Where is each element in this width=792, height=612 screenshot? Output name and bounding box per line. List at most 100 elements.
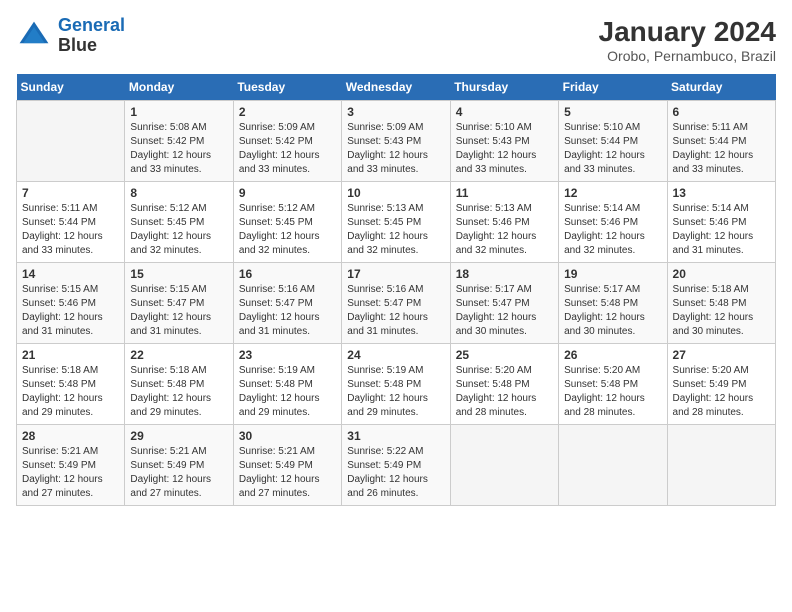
- month-title: January 2024: [599, 16, 776, 48]
- calendar-cell: 10 Sunrise: 5:13 AMSunset: 5:45 PMDayligh…: [342, 182, 450, 263]
- calendar-cell: 28 Sunrise: 5:21 AMSunset: 5:49 PMDayligh…: [17, 425, 125, 506]
- calendar-cell: 21 Sunrise: 5:18 AMSunset: 5:48 PMDayligh…: [17, 344, 125, 425]
- calendar-cell: [667, 425, 775, 506]
- day-number: 15: [130, 267, 227, 281]
- day-info: Sunrise: 5:18 AMSunset: 5:48 PMDaylight:…: [130, 364, 227, 420]
- day-info: Sunrise: 5:20 AMSunset: 5:48 PMDaylight:…: [456, 364, 553, 420]
- day-number: 31: [347, 429, 444, 443]
- calendar-week-4: 21 Sunrise: 5:18 AMSunset: 5:48 PMDayligh…: [17, 344, 776, 425]
- day-info: Sunrise: 5:11 AMSunset: 5:44 PMDaylight:…: [673, 121, 770, 177]
- weekday-header-wednesday: Wednesday: [342, 74, 450, 101]
- day-number: 12: [564, 186, 661, 200]
- calendar-cell: 15Sunrise: 5:15 AMSunset: 5:47 PMDayligh…: [125, 263, 233, 344]
- day-info: Sunrise: 5:11 AMSunset: 5:44 PMDaylight:…: [22, 202, 119, 258]
- day-number: 28: [22, 429, 119, 443]
- calendar-cell: 1 Sunrise: 5:08 AMSunset: 5:42 PMDaylight…: [125, 101, 233, 182]
- day-info: Sunrise: 5:22 AMSunset: 5:49 PMDaylight:…: [347, 445, 444, 501]
- day-info: Sunrise: 5:08 AMSunset: 5:42 PMDaylight:…: [130, 121, 227, 177]
- day-number: 19: [564, 267, 661, 281]
- weekday-header-row: SundayMondayTuesdayWednesdayThursdayFrid…: [17, 74, 776, 101]
- day-info: Sunrise: 5:14 AMSunset: 5:46 PMDaylight:…: [673, 202, 770, 258]
- day-number: 20: [673, 267, 770, 281]
- calendar-cell: 5 Sunrise: 5:10 AMSunset: 5:44 PMDaylight…: [559, 101, 667, 182]
- calendar-cell: 14 Sunrise: 5:15 AMSunset: 5:46 PMDayligh…: [17, 263, 125, 344]
- day-number: 23: [239, 348, 336, 362]
- day-info: Sunrise: 5:19 AMSunset: 5:48 PMDaylight:…: [239, 364, 336, 420]
- calendar-cell: 16Sunrise: 5:16 AMSunset: 5:47 PMDayligh…: [233, 263, 341, 344]
- day-info: Sunrise: 5:09 AMSunset: 5:42 PMDaylight:…: [239, 121, 336, 177]
- day-number: 27: [673, 348, 770, 362]
- day-info: Sunrise: 5:12 AMSunset: 5:45 PMDaylight:…: [130, 202, 227, 258]
- weekday-header-monday: Monday: [125, 74, 233, 101]
- day-info: Sunrise: 5:14 AMSunset: 5:46 PMDaylight:…: [564, 202, 661, 258]
- day-number: 24: [347, 348, 444, 362]
- calendar-cell: 11Sunrise: 5:13 AMSunset: 5:46 PMDayligh…: [450, 182, 558, 263]
- logo-icon: [16, 18, 52, 54]
- day-info: Sunrise: 5:19 AMSunset: 5:48 PMDaylight:…: [347, 364, 444, 420]
- day-info: Sunrise: 5:16 AMSunset: 5:47 PMDaylight:…: [239, 283, 336, 339]
- weekday-header-sunday: Sunday: [17, 74, 125, 101]
- weekday-header-friday: Friday: [559, 74, 667, 101]
- day-number: 8: [130, 186, 227, 200]
- day-number: 30: [239, 429, 336, 443]
- day-number: 18: [456, 267, 553, 281]
- day-number: 5: [564, 105, 661, 119]
- calendar-cell: 4 Sunrise: 5:10 AMSunset: 5:43 PMDaylight…: [450, 101, 558, 182]
- day-info: Sunrise: 5:18 AMSunset: 5:48 PMDaylight:…: [22, 364, 119, 420]
- day-number: 7: [22, 186, 119, 200]
- calendar-cell: 27 Sunrise: 5:20 AMSunset: 5:49 PMDayligh…: [667, 344, 775, 425]
- calendar-cell: 23 Sunrise: 5:19 AMSunset: 5:48 PMDayligh…: [233, 344, 341, 425]
- calendar-cell: 3Sunrise: 5:09 AMSunset: 5:43 PMDaylight…: [342, 101, 450, 182]
- day-info: Sunrise: 5:21 AMSunset: 5:49 PMDaylight:…: [130, 445, 227, 501]
- day-info: Sunrise: 5:21 AMSunset: 5:49 PMDaylight:…: [239, 445, 336, 501]
- calendar-cell: [450, 425, 558, 506]
- day-info: Sunrise: 5:13 AMSunset: 5:45 PMDaylight:…: [347, 202, 444, 258]
- day-number: 6: [673, 105, 770, 119]
- day-number: 21: [22, 348, 119, 362]
- day-info: Sunrise: 5:12 AMSunset: 5:45 PMDaylight:…: [239, 202, 336, 258]
- day-number: 22: [130, 348, 227, 362]
- day-info: Sunrise: 5:10 AMSunset: 5:43 PMDaylight:…: [456, 121, 553, 177]
- logo: GeneralBlue: [16, 16, 125, 56]
- calendar-cell: 22 Sunrise: 5:18 AMSunset: 5:48 PMDayligh…: [125, 344, 233, 425]
- day-info: Sunrise: 5:21 AMSunset: 5:49 PMDaylight:…: [22, 445, 119, 501]
- calendar-cell: 24 Sunrise: 5:19 AMSunset: 5:48 PMDayligh…: [342, 344, 450, 425]
- calendar-cell: [559, 425, 667, 506]
- title-block: January 2024 Orobo, Pernambuco, Brazil: [599, 16, 776, 64]
- weekday-header-tuesday: Tuesday: [233, 74, 341, 101]
- day-info: Sunrise: 5:10 AMSunset: 5:44 PMDaylight:…: [564, 121, 661, 177]
- calendar-cell: 7 Sunrise: 5:11 AMSunset: 5:44 PMDaylight…: [17, 182, 125, 263]
- day-number: 9: [239, 186, 336, 200]
- day-info: Sunrise: 5:09 AMSunset: 5:43 PMDaylight:…: [347, 121, 444, 177]
- location-subtitle: Orobo, Pernambuco, Brazil: [599, 48, 776, 64]
- day-number: 2: [239, 105, 336, 119]
- calendar-cell: 29Sunrise: 5:21 AMSunset: 5:49 PMDayligh…: [125, 425, 233, 506]
- calendar-cell: 13 Sunrise: 5:14 AMSunset: 5:46 PMDayligh…: [667, 182, 775, 263]
- day-number: 11: [456, 186, 553, 200]
- calendar-cell: 9 Sunrise: 5:12 AMSunset: 5:45 PMDaylight…: [233, 182, 341, 263]
- day-info: Sunrise: 5:17 AMSunset: 5:48 PMDaylight:…: [564, 283, 661, 339]
- calendar-cell: 17Sunrise: 5:16 AMSunset: 5:47 PMDayligh…: [342, 263, 450, 344]
- calendar-cell: 19 Sunrise: 5:17 AMSunset: 5:48 PMDayligh…: [559, 263, 667, 344]
- calendar-cell: 25 Sunrise: 5:20 AMSunset: 5:48 PMDayligh…: [450, 344, 558, 425]
- calendar-week-2: 7 Sunrise: 5:11 AMSunset: 5:44 PMDaylight…: [17, 182, 776, 263]
- day-number: 1: [130, 105, 227, 119]
- calendar-cell: 12 Sunrise: 5:14 AMSunset: 5:46 PMDayligh…: [559, 182, 667, 263]
- calendar-table: SundayMondayTuesdayWednesdayThursdayFrid…: [16, 74, 776, 506]
- day-info: Sunrise: 5:15 AMSunset: 5:46 PMDaylight:…: [22, 283, 119, 339]
- day-number: 13: [673, 186, 770, 200]
- calendar-cell: [17, 101, 125, 182]
- calendar-cell: 20 Sunrise: 5:18 AMSunset: 5:48 PMDayligh…: [667, 263, 775, 344]
- day-number: 25: [456, 348, 553, 362]
- logo-text: GeneralBlue: [58, 16, 125, 56]
- day-info: Sunrise: 5:16 AMSunset: 5:47 PMDaylight:…: [347, 283, 444, 339]
- day-number: 14: [22, 267, 119, 281]
- day-info: Sunrise: 5:20 AMSunset: 5:49 PMDaylight:…: [673, 364, 770, 420]
- day-number: 4: [456, 105, 553, 119]
- day-info: Sunrise: 5:18 AMSunset: 5:48 PMDaylight:…: [673, 283, 770, 339]
- day-info: Sunrise: 5:17 AMSunset: 5:47 PMDaylight:…: [456, 283, 553, 339]
- calendar-cell: 8 Sunrise: 5:12 AMSunset: 5:45 PMDaylight…: [125, 182, 233, 263]
- page-header: GeneralBlue January 2024 Orobo, Pernambu…: [16, 16, 776, 64]
- day-number: 10: [347, 186, 444, 200]
- calendar-cell: 31 Sunrise: 5:22 AMSunset: 5:49 PMDayligh…: [342, 425, 450, 506]
